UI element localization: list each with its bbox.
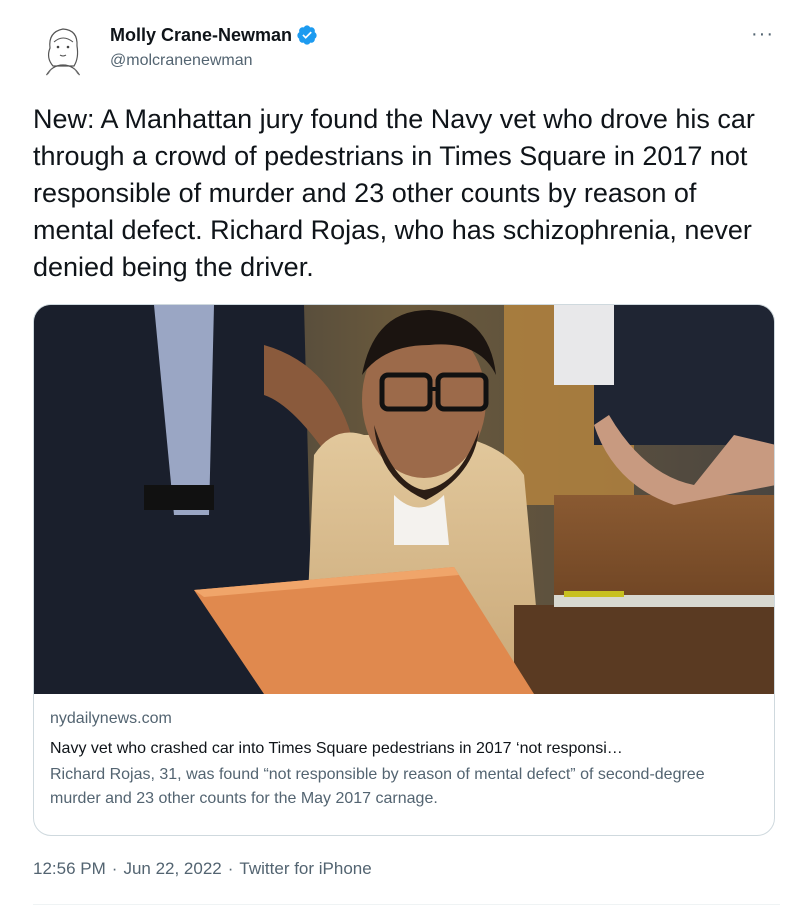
tweet-text: New: A Manhattan jury found the Navy vet… bbox=[33, 104, 755, 282]
divider bbox=[33, 904, 780, 905]
tweet-date[interactable]: Jun 22, 2022 bbox=[123, 859, 221, 879]
link-card[interactable]: nydailynews.com Navy vet who crashed car… bbox=[33, 304, 775, 836]
card-title: Navy vet who crashed car into Times Squa… bbox=[50, 740, 623, 757]
card-domain: nydailynews.com bbox=[50, 710, 172, 727]
more-options-icon[interactable]: ··· bbox=[751, 24, 774, 44]
avatar[interactable] bbox=[32, 18, 94, 80]
verified-badge-icon bbox=[297, 25, 317, 45]
separator: · bbox=[111, 859, 118, 878]
author-block: Molly Crane-Newman @molcranenewman bbox=[110, 24, 318, 70]
author-handle[interactable]: @molcranenewman bbox=[110, 52, 318, 70]
author-name[interactable]: Molly Crane-Newman bbox=[110, 25, 292, 46]
author-name-row: Molly Crane-Newman bbox=[110, 24, 318, 46]
tweet-time[interactable]: 12:56 PM bbox=[33, 859, 106, 879]
separator: · bbox=[227, 859, 234, 878]
tweet: Molly Crane-Newman @molcranenewman ··· N… bbox=[0, 0, 800, 917]
card-meta: nydailynews.com Navy vet who crashed car… bbox=[50, 707, 758, 811]
tweet-source[interactable]: Twitter for iPhone bbox=[239, 859, 371, 879]
card-description: Richard Rojas, 31, was found “not respon… bbox=[50, 766, 705, 807]
card-photo bbox=[34, 305, 774, 694]
tweet-footer: 12:56 PM · Jun 22, 2022 · Twitter for iP… bbox=[33, 859, 372, 879]
tweet-header: Molly Crane-Newman @molcranenewman ··· bbox=[32, 18, 780, 88]
